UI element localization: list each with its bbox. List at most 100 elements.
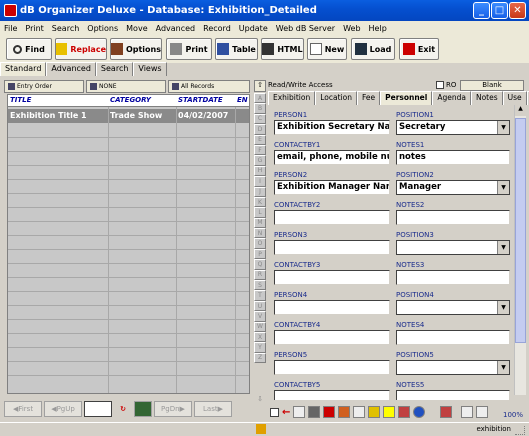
replace-button[interactable]: Replace — [55, 38, 107, 60]
table-button[interactable]: Table — [215, 38, 258, 60]
down-arrow-icon[interactable]: ⇩ — [254, 395, 266, 407]
select-checkbox[interactable] — [270, 407, 279, 417]
page-up-button[interactable]: ◀ PgUp — [44, 401, 82, 417]
chevron-down-icon[interactable]: ▼ — [497, 181, 509, 194]
menu-file[interactable]: File — [0, 24, 21, 33]
letter-n[interactable]: N — [254, 228, 266, 239]
letter-e[interactable]: E — [254, 134, 266, 145]
next-icon[interactable] — [476, 406, 489, 418]
tab-notes[interactable]: Notes — [470, 91, 503, 105]
new-button[interactable]: New — [307, 38, 347, 60]
contactby3-field[interactable] — [274, 270, 390, 285]
scroll-thumb[interactable] — [515, 118, 526, 343]
notes3-field[interactable] — [396, 270, 510, 285]
tab-fee[interactable]: Fee — [356, 91, 381, 105]
up-arrow-icon[interactable]: ⇧ — [254, 80, 266, 92]
notes1-field[interactable]: notes — [396, 150, 510, 165]
minimize-button[interactable]: _ — [473, 2, 490, 19]
close-button[interactable]: ✕ — [509, 2, 526, 19]
paste-icon[interactable] — [353, 406, 366, 418]
ro-checkbox[interactable] — [436, 81, 444, 89]
letter-a[interactable]: A — [254, 93, 266, 104]
contactby1-field[interactable]: email, phone, mobile number — [274, 150, 390, 165]
person4-field[interactable] — [274, 300, 390, 315]
person3-field[interactable] — [274, 240, 390, 255]
position3-select[interactable]: ▼ — [396, 240, 510, 255]
sort-none-button[interactable]: NONE — [86, 80, 166, 93]
column-header-title[interactable]: TITLE — [10, 96, 31, 104]
chevron-down-icon[interactable]: ▼ — [497, 241, 509, 254]
menu-web-db-server[interactable]: Web dB Server — [272, 24, 339, 33]
attach-icon[interactable] — [368, 406, 381, 418]
letter-u[interactable]: U — [254, 300, 266, 312]
globe-icon[interactable] — [413, 406, 426, 418]
lightbulb-icon[interactable] — [383, 406, 396, 418]
letter-q[interactable]: Q — [254, 259, 266, 270]
scroll-up-icon[interactable]: ▲ — [515, 105, 526, 116]
menu-search[interactable]: Search — [48, 24, 83, 33]
undo-icon[interactable] — [323, 406, 336, 418]
position1-select[interactable]: Secretary ▼ — [396, 120, 510, 135]
menu-web[interactable]: Web — [339, 24, 364, 33]
load-button[interactable]: Load — [351, 38, 395, 60]
letter-h[interactable]: H — [254, 165, 266, 177]
person5-field[interactable] — [274, 360, 390, 375]
tab-personnel[interactable]: Personnel — [380, 91, 433, 105]
menu-record[interactable]: Record — [199, 24, 235, 33]
letter-z[interactable]: Z — [254, 352, 266, 364]
letter-f[interactable]: F — [254, 144, 266, 156]
prev-icon[interactable] — [461, 406, 474, 418]
letter-m[interactable]: M — [254, 217, 266, 229]
letter-k[interactable]: K — [254, 196, 266, 208]
tab-location[interactable]: Location — [315, 91, 357, 105]
letter-r[interactable]: R — [254, 269, 266, 281]
position5-select[interactable]: ▼ — [396, 360, 510, 375]
letter-o[interactable]: O — [254, 238, 266, 249]
blank-button[interactable]: Blank — [460, 79, 524, 91]
exit-button[interactable]: Exit — [399, 38, 439, 60]
tab-views[interactable]: Views — [133, 62, 167, 76]
person1-field[interactable]: Exhibition Secretary Name — [274, 120, 390, 135]
letter-j[interactable]: J — [254, 186, 266, 197]
tab-agenda[interactable]: Agenda — [432, 91, 471, 105]
menu-print[interactable]: Print — [21, 24, 47, 33]
last-record-button[interactable]: Last ▶ — [194, 401, 232, 417]
letter-l[interactable]: L — [254, 207, 266, 218]
letter-b[interactable]: B — [254, 103, 266, 114]
chevron-down-icon[interactable]: ▼ — [497, 121, 509, 134]
position2-select[interactable]: Manager ▼ — [396, 180, 510, 195]
letter-v[interactable]: V — [254, 311, 266, 322]
tab-standard[interactable]: Standard — [0, 62, 47, 76]
find-button[interactable]: Find — [6, 38, 52, 60]
letter-t[interactable]: T — [254, 290, 266, 301]
record-number-input[interactable] — [84, 401, 112, 417]
letter-s[interactable]: S — [254, 280, 266, 291]
tab-advanced[interactable]: Advanced — [46, 62, 96, 76]
letter-x[interactable]: X — [254, 331, 266, 343]
letter-c[interactable]: C — [254, 113, 266, 125]
tab-use[interactable]: Use — [502, 91, 527, 105]
print-record-icon[interactable] — [293, 406, 306, 418]
resize-grip-icon[interactable] — [515, 426, 525, 435]
notes4-field[interactable] — [396, 330, 510, 345]
back-arrow-icon[interactable]: ← — [282, 407, 290, 418]
position4-select[interactable]: ▼ — [396, 300, 510, 315]
table-row[interactable]: Exhibition Title 1 Trade Show 04/02/2007 — [8, 109, 249, 123]
entry-order-button[interactable]: Entry Order — [4, 80, 84, 93]
menu-help[interactable]: Help — [365, 24, 391, 33]
html-button[interactable]: HTML — [261, 38, 304, 60]
notes5-field[interactable] — [396, 390, 510, 400]
person2-field[interactable]: Exhibition Manager Name — [274, 180, 390, 195]
print-button[interactable]: Print — [166, 38, 212, 60]
report-icon[interactable] — [440, 406, 453, 418]
column-header-category[interactable]: CATEGORY — [110, 96, 151, 104]
export-icon[interactable] — [398, 406, 411, 418]
menu-advanced[interactable]: Advanced — [152, 24, 200, 33]
chevron-down-icon[interactable]: ▼ — [497, 361, 509, 374]
options-button[interactable]: Options — [110, 38, 162, 60]
chevron-down-icon[interactable]: ▼ — [497, 301, 509, 314]
all-records-button[interactable]: All Records — [168, 80, 250, 93]
records-grid[interactable]: TITLE CATEGORY STARTDATE EN Exhibition T… — [7, 94, 250, 394]
contactby4-field[interactable] — [274, 330, 390, 345]
contactby2-field[interactable] — [274, 210, 390, 225]
